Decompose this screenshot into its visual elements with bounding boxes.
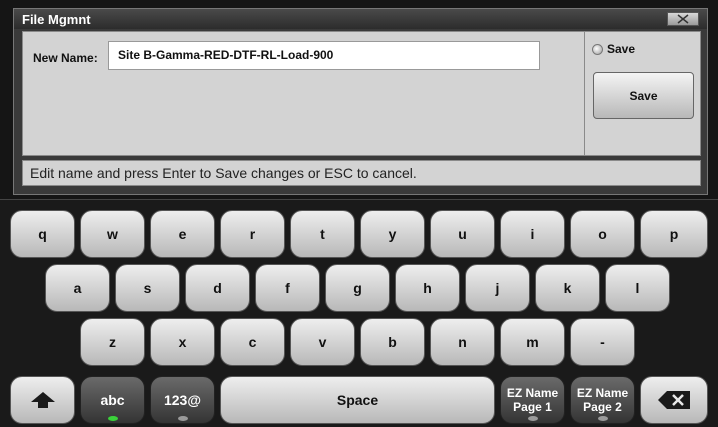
key-u[interactable]: u	[430, 210, 495, 258]
save-panel: Save Save	[584, 31, 701, 156]
status-bar: Edit name and press Enter to Save change…	[22, 160, 701, 186]
save-radio-option[interactable]: Save	[592, 42, 635, 56]
abc-mode-label: abc	[100, 392, 125, 408]
abc-mode-key[interactable]: abc	[80, 376, 145, 424]
ez-name-page1-key[interactable]: EZ Name Page 1	[500, 376, 565, 424]
key-p[interactable]: p	[640, 210, 708, 258]
key-w[interactable]: w	[80, 210, 145, 258]
file-mgmnt-dialog: File Mgmnt New Name: Site B-Gamma-RED-DT…	[13, 8, 708, 195]
key-m[interactable]: m	[500, 318, 565, 366]
key-n[interactable]: n	[430, 318, 495, 366]
backspace-key[interactable]	[640, 376, 708, 424]
key-i[interactable]: i	[500, 210, 565, 258]
ez1-line2: Page 1	[513, 400, 552, 414]
key-a[interactable]: a	[45, 264, 110, 312]
ez2-indicator	[597, 416, 608, 421]
ez1-line1: EZ Name	[506, 386, 559, 400]
on-screen-keyboard: q w e r t y u i o p a s d f g h j k l z …	[0, 199, 718, 427]
save-radio[interactable]	[592, 43, 603, 55]
dialog-titlebar: File Mgmnt	[14, 9, 707, 29]
shift-up-arrow-icon	[30, 392, 55, 408]
key-s[interactable]: s	[115, 264, 180, 312]
key-v[interactable]: v	[290, 318, 355, 366]
new-name-input[interactable]: Site B-Gamma-RED-DTF-RL-Load-900	[108, 41, 540, 70]
key-q[interactable]: q	[10, 210, 75, 258]
key-e[interactable]: e	[150, 210, 215, 258]
key-t[interactable]: t	[290, 210, 355, 258]
new-name-label: New Name:	[33, 51, 98, 65]
numeric-mode-label: 123@	[163, 392, 201, 408]
numeric-mode-key[interactable]: 123@	[150, 376, 215, 424]
key-b[interactable]: b	[360, 318, 425, 366]
key-g[interactable]: g	[325, 264, 390, 312]
key-h[interactable]: h	[395, 264, 460, 312]
numeric-indicator	[177, 416, 188, 421]
key-k[interactable]: k	[535, 264, 600, 312]
ez-name-page2-label: EZ Name Page 2	[577, 386, 628, 414]
key-dash[interactable]: -	[570, 318, 635, 366]
ez2-line2: Page 2	[583, 400, 622, 414]
key-o[interactable]: o	[570, 210, 635, 258]
save-button[interactable]: Save	[593, 72, 694, 119]
backspace-icon	[658, 391, 690, 409]
save-radio-label: Save	[607, 42, 636, 56]
ez1-indicator	[527, 416, 538, 421]
abc-active-indicator	[107, 416, 118, 421]
key-z[interactable]: z	[80, 318, 145, 366]
key-c[interactable]: c	[220, 318, 285, 366]
key-f[interactable]: f	[255, 264, 320, 312]
shift-key[interactable]	[10, 376, 75, 424]
key-r[interactable]: r	[220, 210, 285, 258]
key-x[interactable]: x	[150, 318, 215, 366]
close-button[interactable]	[667, 12, 699, 26]
dialog-title: File Mgmnt	[22, 12, 91, 27]
key-j[interactable]: j	[465, 264, 530, 312]
ez-name-page1-label: EZ Name Page 1	[507, 386, 558, 414]
rename-panel: New Name: Site B-Gamma-RED-DTF-RL-Load-9…	[22, 31, 585, 156]
ez2-line1: EZ Name	[576, 386, 629, 400]
ez-name-page2-key[interactable]: EZ Name Page 2	[570, 376, 635, 424]
key-l[interactable]: l	[605, 264, 670, 312]
key-d[interactable]: d	[185, 264, 250, 312]
space-key[interactable]: Space	[220, 376, 495, 424]
close-x-icon	[677, 14, 689, 24]
key-y[interactable]: y	[360, 210, 425, 258]
